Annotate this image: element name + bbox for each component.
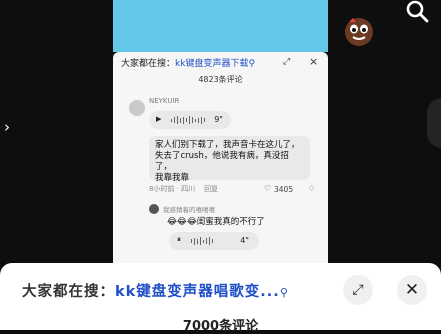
expand-icon[interactable]: ⤢: [283, 57, 290, 67]
pause-icon[interactable]: ⏸: [177, 235, 181, 245]
dislike-icon[interactable]: ♢: [308, 184, 315, 193]
heart-icon[interactable]: ♡: [264, 184, 271, 193]
voice-duration: 9": [214, 115, 223, 124]
inner-comment-count: 4823条评论: [198, 75, 243, 84]
reply-avatar[interactable]: [149, 204, 159, 214]
waveform-icon: [191, 237, 213, 245]
side-drawer-handle[interactable]: [427, 98, 441, 148]
waveform-icon: [171, 116, 205, 124]
search-prefix: 大家都在搜：: [22, 284, 115, 300]
inner-search-keyword: kk键盘变声器下载: [175, 59, 249, 69]
comment-line: 家人们别下载了，我声音卡在这儿了，: [155, 140, 300, 150]
comment-line: 失去了crush，他说我有病，真没招了，: [155, 151, 289, 172]
magnifier-icon: ⚲: [279, 286, 289, 299]
comment-meta: 8小时前 · 四川 回复: [149, 184, 218, 194]
reply-voice-duration: 4": [240, 236, 249, 245]
inner-search-prefix: 大家都在搜：: [121, 59, 176, 69]
comment-line: 我靠我靠: [155, 173, 190, 183]
search-icon[interactable]: [403, 0, 431, 26]
like-count: 3405: [274, 185, 294, 194]
voice-message[interactable]: ▶ 9": [149, 111, 231, 129]
inner-comment-panel: 大家都在搜：kk键盘变声器下载⚲ ⤢ × 4823条评论 NEYKUIR ▶ 9…: [113, 52, 328, 270]
mascot-character: [345, 18, 373, 46]
avatar[interactable]: [129, 100, 145, 116]
search-suggestion[interactable]: 大家都在搜：kk键盘变声器唱歌变...⚲: [22, 280, 289, 301]
close-icon[interactable]: ×: [309, 55, 318, 68]
close-icon[interactable]: ✕: [397, 275, 427, 305]
comment-count: 7000条评论: [182, 319, 259, 334]
magnifier-icon: ⚲: [248, 59, 256, 69]
search-keyword: kk键盘变声器唱歌变...: [115, 284, 280, 300]
reply-button[interactable]: 回复: [204, 185, 218, 193]
play-icon[interactable]: ▶: [156, 115, 161, 123]
inner-search-suggestion[interactable]: 大家都在搜：kk键盘变声器下载⚲: [121, 56, 255, 69]
app-screen: › 大家都在搜：kk键盘变声器下载⚲ ⤢ × 4823条评论 NEYKUIR ▶…: [0, 0, 441, 334]
video-background[interactable]: [113, 0, 373, 52]
reply-text[interactable]: 😂😂😂闺蜜我真的不行了: [167, 215, 265, 227]
reply-voice-message[interactable]: ⏸ 4": [169, 232, 259, 250]
comment-sheet-header: 大家都在搜：kk键盘变声器唱歌变...⚲ ⤢ ✕ 7000条评论: [0, 263, 441, 334]
comment-username[interactable]: NEYKUIR: [149, 97, 179, 105]
expand-icon[interactable]: ⤢: [343, 275, 373, 305]
comment-time-location: 8小时前 · 四川: [149, 185, 196, 193]
chevron-right-icon[interactable]: ›: [4, 118, 10, 136]
reply-username[interactable]: 我感猜着的嘻嘻嘻: [163, 204, 215, 214]
comment-text[interactable]: 家人们别下载了，我声音卡在这儿了， 失去了crush，他说我有病，真没招了， 我…: [149, 136, 310, 183]
